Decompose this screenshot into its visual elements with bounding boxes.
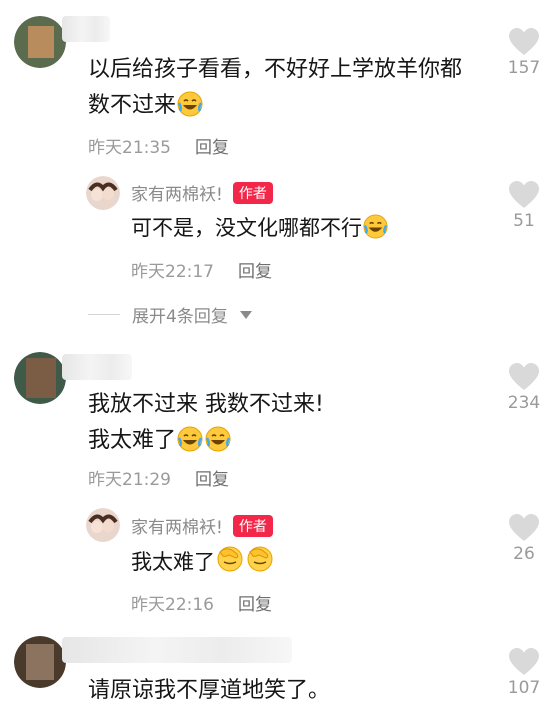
author-name[interactable]: 家有两棉袄! [131, 180, 223, 205]
reply-button[interactable]: 回复 [195, 133, 229, 158]
like-button[interactable]: 107 [496, 648, 552, 698]
like-button[interactable]: 26 [496, 514, 552, 564]
like-count: 26 [513, 544, 535, 564]
author-name[interactable]: 家有两棉袄! [131, 513, 223, 538]
author-badge: 作者 [232, 181, 273, 204]
reply-author-row: 家有两棉袄! 作者 [131, 513, 273, 538]
facepalm-emoji [217, 546, 243, 572]
laugh-cry-emoji [205, 426, 231, 452]
laugh-cry-emoji [177, 91, 203, 117]
reply-author-row: 家有两棉袄! 作者 [131, 180, 273, 205]
comment-meta: 昨天21:29 回复 [88, 465, 229, 490]
like-count: 157 [507, 58, 541, 78]
comment-text: 我放不过来 我数不过来! 我太难了 [88, 392, 324, 453]
like-count: 107 [507, 678, 541, 698]
reply-text: 我太难了 [131, 544, 471, 579]
heart-icon [509, 363, 539, 390]
comment-text: 请原谅我不厚道地笑了。 [88, 678, 331, 703]
comment-meta: 昨天21:35 回复 [88, 133, 229, 158]
reply-button[interactable]: 回复 [238, 590, 272, 615]
comment-text: 以后给孩子看看，不好好上学放羊你都数不过来 [88, 57, 463, 118]
reply-meta: 昨天22:16 回复 [131, 590, 272, 615]
username-blurred[interactable] [62, 16, 110, 42]
expand-replies-label: 展开4条回复 [132, 307, 228, 327]
heart-icon [509, 648, 539, 675]
reply-text: 可不是，没文化哪都不行 [131, 211, 471, 245]
laugh-cry-emoji [177, 426, 203, 452]
username-blurred[interactable] [62, 354, 132, 380]
like-button[interactable]: 234 [496, 363, 552, 413]
reply-meta: 昨天22:17 回复 [131, 257, 272, 282]
reply-time: 昨天22:17 [131, 262, 214, 282]
laugh-cry-emoji [363, 214, 388, 239]
expand-replies-button[interactable]: 展开4条回复 [88, 302, 252, 327]
avatar[interactable] [14, 352, 66, 404]
like-count: 234 [507, 393, 541, 413]
heart-icon [509, 28, 539, 55]
reply-button[interactable]: 回复 [195, 465, 229, 490]
author-avatar[interactable] [86, 508, 120, 542]
like-button[interactable]: 51 [496, 181, 552, 231]
divider-line [88, 314, 120, 315]
reply-time: 昨天22:16 [131, 595, 214, 615]
like-button[interactable]: 157 [496, 28, 552, 78]
username-blurred[interactable] [62, 637, 292, 663]
facepalm-emoji [247, 546, 273, 572]
heart-icon [509, 514, 539, 541]
avatar[interactable] [14, 16, 66, 68]
like-count: 51 [513, 211, 535, 231]
avatar[interactable] [14, 636, 66, 688]
author-avatar[interactable] [86, 176, 120, 210]
heart-icon [509, 181, 539, 208]
reply-button[interactable]: 回复 [238, 257, 272, 282]
author-badge: 作者 [232, 514, 273, 537]
comment-time: 昨天21:35 [88, 138, 171, 158]
caret-down-icon [239, 310, 252, 319]
comment-time: 昨天21:29 [88, 470, 171, 490]
